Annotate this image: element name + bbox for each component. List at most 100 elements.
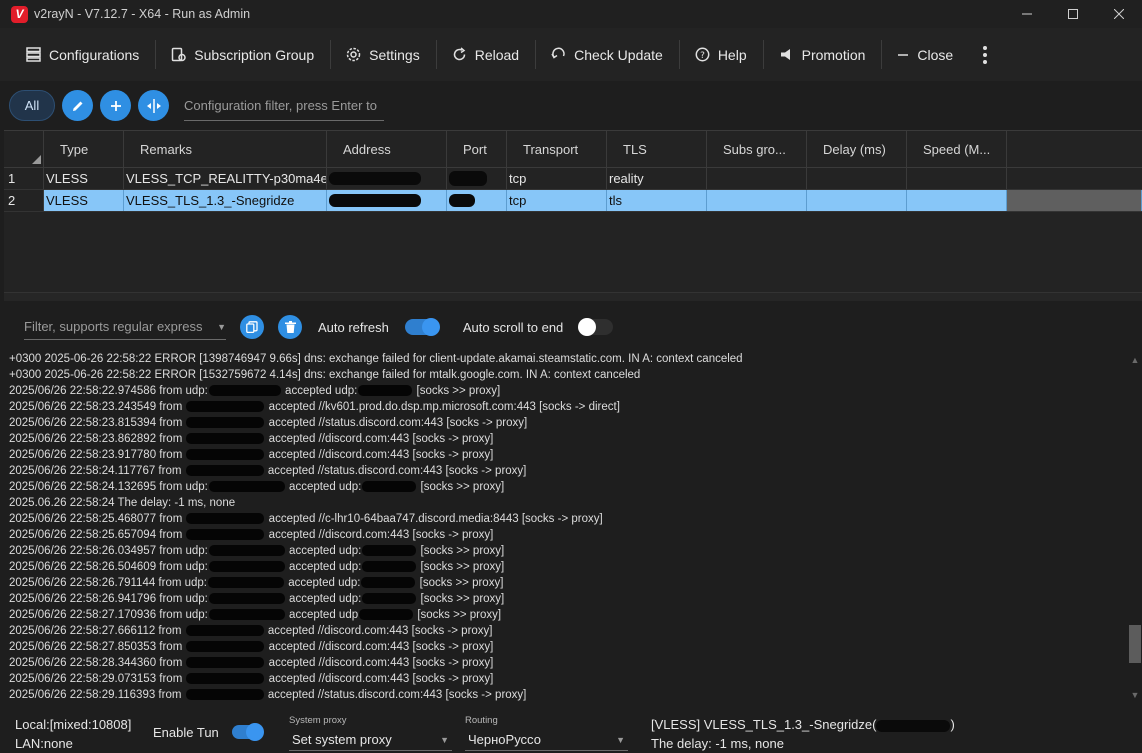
clear-log-button[interactable] bbox=[278, 315, 302, 339]
auto-scroll-toggle[interactable] bbox=[578, 318, 614, 336]
split-servers-button[interactable] bbox=[138, 90, 169, 121]
column-label: Transport bbox=[523, 141, 579, 157]
redaction-mark bbox=[449, 194, 475, 207]
select-all-corner[interactable] bbox=[4, 131, 44, 167]
row-filler bbox=[1007, 190, 1142, 211]
svg-text:?: ? bbox=[700, 51, 705, 61]
pencil-icon bbox=[72, 101, 82, 111]
maximize-button[interactable] bbox=[1050, 0, 1096, 28]
reload-button[interactable]: Reload bbox=[435, 28, 535, 81]
log-line: 2025/06/26 22:58:22.974586 from udp: acc… bbox=[9, 385, 501, 397]
cell-transport: tcp bbox=[507, 190, 607, 211]
server-list-grid: Type Remarks Address Port Transport TLS … bbox=[4, 130, 1142, 292]
table-row[interactable]: 1 VLESS VLESS_TCP_REALITTY-p30ma4ee tcp … bbox=[4, 168, 1142, 190]
log-line: 2025/06/26 22:58:26.034957 from udp: acc… bbox=[9, 545, 505, 557]
grid-header: Type Remarks Address Port Transport TLS … bbox=[4, 131, 1142, 168]
reload-label: Reload bbox=[474, 46, 520, 63]
configurations-menu[interactable]: Configurations bbox=[10, 28, 155, 81]
scroll-up-icon[interactable]: ▲ bbox=[1128, 353, 1142, 367]
configuration-filter-input[interactable] bbox=[184, 90, 384, 121]
log-line: +0300 2025-06-26 22:58:22 ERROR [1532759… bbox=[9, 369, 641, 381]
log-line: 2025/06/26 22:58:23.815394 from accepted… bbox=[9, 417, 528, 429]
filter-all-button[interactable]: All bbox=[9, 90, 55, 121]
check-update-button[interactable]: Check Update bbox=[535, 28, 679, 81]
edit-server-button[interactable] bbox=[62, 90, 93, 121]
column-header-delay[interactable]: Delay (ms) bbox=[807, 131, 907, 167]
row-index: 1 bbox=[4, 168, 44, 189]
routing-select[interactable]: Routing ЧерноРуссо ▼ bbox=[465, 715, 628, 751]
server-icon bbox=[26, 47, 41, 62]
column-header-address[interactable]: Address bbox=[327, 131, 447, 167]
cell-port bbox=[447, 190, 507, 211]
check-update-label: Check Update bbox=[574, 46, 663, 63]
cell-type: VLESS bbox=[44, 168, 124, 189]
column-header-type[interactable]: Type bbox=[44, 131, 124, 167]
log-line: 2025/06/26 22:58:29.073153 from accepted… bbox=[9, 673, 494, 685]
column-header-remarks[interactable]: Remarks bbox=[124, 131, 327, 167]
close-icon bbox=[1114, 9, 1124, 19]
minimize-icon bbox=[1022, 13, 1032, 15]
cell-address bbox=[327, 168, 447, 189]
column-header-tls[interactable]: TLS bbox=[607, 131, 707, 167]
split-icon bbox=[146, 98, 161, 113]
column-label: Port bbox=[463, 141, 487, 157]
current-server-text: [VLESS] VLESS_TLS_1.3_-Snegridze( bbox=[651, 717, 877, 732]
cell-subs-group bbox=[707, 190, 807, 211]
enable-tun-label: Enable Tun bbox=[153, 725, 219, 740]
column-header-speed[interactable]: Speed (M... bbox=[907, 131, 1007, 167]
add-server-button[interactable] bbox=[100, 90, 131, 121]
delay-text: The delay: -1 ms, none bbox=[651, 736, 784, 751]
log-line: 2025/06/26 22:58:29.116393 from accepted… bbox=[9, 689, 527, 701]
server-filter-bar: All bbox=[0, 81, 1142, 130]
scroll-down-icon[interactable]: ▼ bbox=[1128, 688, 1142, 702]
copy-icon bbox=[246, 321, 258, 333]
table-row-selected[interactable]: 2 VLESS VLESS_TLS_1.3_-Snegridze tcp tls bbox=[4, 190, 1142, 212]
v2rayn-logo-icon: V bbox=[11, 5, 28, 23]
subscription-group-label: Subscription Group bbox=[194, 46, 315, 63]
log-line: 2025/06/26 22:58:26.504609 from udp: acc… bbox=[9, 561, 505, 573]
promotion-button[interactable]: Promotion bbox=[762, 28, 882, 81]
configurations-label: Configurations bbox=[49, 46, 140, 63]
system-proxy-select[interactable]: System proxy Set system proxy ▼ bbox=[289, 715, 452, 751]
cell-speed bbox=[907, 190, 1007, 211]
log-line: 2025/06/26 22:58:28.344360 from accepted… bbox=[9, 657, 494, 669]
main-toolbar: Configurations Subscription Group Settin… bbox=[0, 28, 1142, 81]
log-filter-placeholder: Filter, supports regular express bbox=[24, 319, 203, 334]
settings-menu[interactable]: Settings bbox=[330, 28, 436, 81]
help-menu[interactable]: ? Help bbox=[678, 28, 763, 81]
log-line: 2025/06/26 22:58:26.791144 from udp: acc… bbox=[9, 577, 504, 589]
subscription-group-menu[interactable]: Subscription Group bbox=[155, 28, 330, 81]
more-vertical-icon[interactable] bbox=[975, 28, 995, 81]
title-bar: V v2rayN - V7.12.7 - X64 - Run as Admin bbox=[0, 0, 1142, 28]
minimize-button[interactable] bbox=[1004, 0, 1050, 28]
close-app-button[interactable]: Close bbox=[881, 28, 969, 81]
log-line: 2025/06/26 22:58:27.170936 from udp: acc… bbox=[9, 609, 502, 621]
log-line: 2025/06/26 22:58:24.117767 from accepted… bbox=[9, 465, 527, 477]
column-header-subs-group[interactable]: Subs gro... bbox=[707, 131, 807, 167]
enable-tun-toggle[interactable] bbox=[232, 723, 264, 741]
log-filter-combobox[interactable]: Filter, supports regular express ▼ bbox=[24, 314, 226, 340]
column-header-transport[interactable]: Transport bbox=[507, 131, 607, 167]
scrollbar-thumb[interactable] bbox=[1129, 625, 1141, 663]
copy-log-button[interactable] bbox=[240, 315, 264, 339]
redaction-mark bbox=[329, 194, 421, 207]
cell-type: VLESS bbox=[44, 190, 124, 211]
log-line: 2025/06/26 22:58:27.850353 from accepted… bbox=[9, 641, 494, 653]
column-header-port[interactable]: Port bbox=[447, 131, 507, 167]
cell-tls: reality bbox=[607, 168, 707, 189]
cell-subs-group bbox=[707, 168, 807, 189]
log-output[interactable]: +0300 2025-06-26 22:58:22 ERROR [1398746… bbox=[0, 351, 1128, 706]
close-window-button[interactable] bbox=[1096, 0, 1142, 28]
cell-remarks: VLESS_TLS_1.3_-Snegridze bbox=[124, 190, 327, 211]
auto-scroll-label: Auto scroll to end bbox=[462, 319, 564, 335]
update-icon bbox=[551, 47, 565, 59]
system-proxy-value: Set system proxy bbox=[292, 732, 392, 747]
log-scrollbar[interactable]: ▲ ▼ bbox=[1128, 351, 1142, 706]
cell-delay bbox=[807, 190, 907, 211]
auto-refresh-toggle[interactable] bbox=[404, 318, 440, 336]
cell-speed bbox=[907, 168, 1007, 189]
column-label: Delay (ms) bbox=[823, 141, 886, 157]
pane-splitter[interactable] bbox=[4, 292, 1142, 301]
cell-tls: tls bbox=[607, 190, 707, 211]
log-line: 2025/06/26 22:58:24.132695 from udp: acc… bbox=[9, 481, 505, 493]
